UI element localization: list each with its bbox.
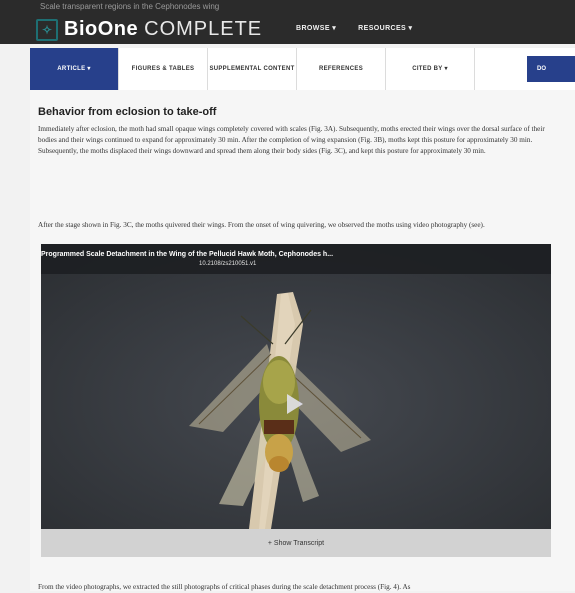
article-tabbar: ARTICLE ▾ FIGURES & TABLES SUPPLEMENTAL … (30, 48, 575, 91)
tab-figures-tables[interactable]: FIGURES & TABLES (119, 48, 208, 90)
tab-supplemental-content[interactable]: SUPPLEMENTAL CONTENT (208, 48, 297, 90)
bioone-logo-icon: ✧ (36, 18, 58, 41)
video-doi: 10.2108/zs210051.v1 (199, 261, 257, 267)
paragraph-wing-quiver: After the stage shown in Fig. 3C, the mo… (38, 221, 485, 229)
download-button[interactable]: DO (527, 56, 575, 82)
site-header: Scale transparent regions in the Cephono… (0, 0, 575, 44)
header-nav: BROWSE ▾ RESOURCES ▾ (296, 24, 412, 32)
paragraph-video-photos: From the video photographs, we extracted… (38, 583, 411, 591)
article-content: Behavior from eclosion to take-off Immed… (30, 90, 575, 591)
brand-name: BioOne (64, 18, 139, 40)
tab-cited-by[interactable]: CITED BY ▾ (386, 48, 475, 90)
site-logo[interactable]: ✧ BioOne COMPLETE (36, 18, 262, 41)
paragraph-eclosion: Immediately after eclosion, the moth had… (38, 125, 545, 155)
section-title: Behavior from eclosion to take-off (38, 106, 217, 118)
video-player[interactable]: Programmed Scale Detachment in the Wing … (41, 244, 551, 529)
show-transcript-button[interactable]: + Show Transcript (41, 529, 551, 557)
tab-article[interactable]: ARTICLE ▾ (30, 48, 119, 90)
video-frame (41, 244, 551, 529)
behind-heading: Scale transparent regions in the Cephono… (40, 2, 220, 11)
tab-references[interactable]: REFERENCES (297, 48, 386, 90)
nav-browse[interactable]: BROWSE ▾ (296, 24, 336, 32)
brand-suffix: COMPLETE (144, 18, 263, 40)
video-title[interactable]: Programmed Scale Detachment in the Wing … (41, 251, 333, 258)
nav-resources[interactable]: RESOURCES ▾ (358, 24, 412, 32)
